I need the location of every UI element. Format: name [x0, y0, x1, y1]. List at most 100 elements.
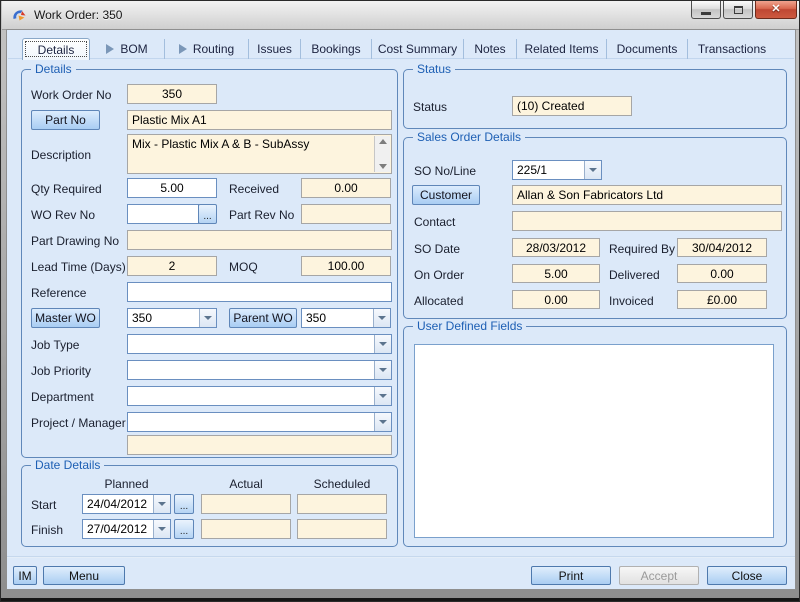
tab-cost-summary[interactable]: Cost Summary [371, 39, 463, 59]
wo-rev-no-browse-button[interactable]: ... [198, 204, 217, 224]
menu-button[interactable]: Menu [43, 566, 125, 585]
footer-divider [7, 556, 795, 558]
description-field[interactable]: Mix - Plastic Mix A & B - SubAssy [127, 134, 392, 174]
scroll-down-icon[interactable] [378, 164, 387, 169]
job-type-label: Job Type [31, 338, 80, 352]
tab-label: Routing [192, 42, 235, 56]
start-planned-value: 24/04/2012 [87, 497, 148, 511]
dropdown-button[interactable] [199, 309, 216, 327]
tab-bom[interactable]: BOM [90, 39, 164, 59]
tab-label: BOM [120, 42, 148, 56]
finish-browse-button[interactable]: ... [174, 519, 194, 539]
dropdown-button[interactable] [153, 520, 170, 538]
tab-transactions[interactable]: Transactions [687, 39, 776, 59]
reference-input[interactable] [127, 282, 392, 302]
tab-documents[interactable]: Documents [606, 39, 687, 59]
start-label: Start [31, 498, 57, 512]
minimize-button[interactable] [691, 1, 721, 19]
tab-bookings[interactable]: Bookings [300, 39, 371, 59]
dropdown-icon [158, 527, 166, 531]
job-priority-combobox[interactable] [127, 360, 392, 380]
maximize-button[interactable] [723, 1, 753, 19]
tab-label: Bookings [311, 42, 361, 56]
department-label: Department [31, 390, 94, 404]
so-date-field: 28/03/2012 [512, 238, 600, 257]
details-group-title: Details [31, 62, 76, 76]
dropdown-button[interactable] [374, 335, 391, 353]
start-browse-button[interactable]: ... [174, 494, 194, 514]
received-field: 0.00 [301, 178, 391, 198]
tab-notes[interactable]: Notes [463, 39, 516, 59]
tab-related-items[interactable]: Related Items [516, 39, 606, 59]
master-wo-button[interactable]: Master WO [31, 308, 100, 328]
project-manager-combobox[interactable] [127, 412, 392, 432]
reference-label: Reference [31, 286, 87, 300]
tab-arrow-icon [178, 44, 187, 54]
delivered-field: 0.00 [677, 264, 767, 283]
dropdown-button[interactable] [374, 361, 391, 379]
job-priority-label: Job Priority [31, 364, 92, 378]
tab-routing[interactable]: Routing [164, 39, 248, 59]
tab-label: Documents [616, 42, 678, 56]
start-scheduled-field [297, 494, 387, 514]
job-type-combobox[interactable] [127, 334, 392, 354]
qty-required-label: Qty Required [31, 182, 102, 196]
parent-wo-combobox[interactable]: 350 [301, 308, 391, 328]
job-priority-value [128, 361, 374, 379]
description-text: Mix - Plastic Mix A & B - SubAssy [132, 137, 310, 151]
tab-label: Issues [257, 42, 292, 56]
accept-button[interactable]: Accept [619, 566, 699, 585]
delivered-label: Delivered [609, 268, 660, 282]
print-button[interactable]: Print [531, 566, 611, 585]
tab-details[interactable]: Details [22, 38, 90, 60]
qty-required-input[interactable]: 5.00 [127, 178, 217, 198]
planned-column-header: Planned [104, 477, 149, 491]
scroll-up-icon[interactable] [378, 139, 387, 144]
dropdown-button[interactable] [374, 413, 391, 431]
description-scrollbar[interactable] [374, 136, 390, 172]
close-window-button[interactable]: ✕ [755, 1, 797, 19]
tab-label: Notes [474, 42, 506, 56]
user-defined-group-title: User Defined Fields [413, 319, 527, 333]
close-button[interactable]: Close [707, 566, 787, 585]
im-button[interactable]: IM [13, 566, 37, 585]
so-no-line-label: SO No/Line [414, 164, 477, 178]
allocated-field: 0.00 [512, 290, 600, 309]
tab-label: Transactions [697, 42, 767, 56]
customer-button[interactable]: Customer [412, 185, 480, 205]
dropdown-button[interactable] [374, 387, 391, 405]
description-label: Description [31, 148, 92, 162]
department-combobox[interactable] [127, 386, 392, 406]
finish-planned-value: 27/04/2012 [87, 522, 148, 536]
required-by-label: Required By [609, 242, 676, 256]
part-drawing-no-field [127, 230, 392, 250]
dropdown-button[interactable] [584, 161, 601, 179]
part-rev-no-field [301, 204, 391, 224]
status-label: Status [413, 100, 448, 114]
dropdown-icon [379, 368, 387, 372]
finish-planned-datepicker[interactable]: 27/04/2012 [82, 519, 171, 539]
window-frame-bottom [1, 598, 799, 601]
tab-issues[interactable]: Issues [248, 39, 300, 59]
maximize-icon [733, 5, 743, 14]
start-planned-datepicker[interactable]: 24/04/2012 [82, 494, 171, 514]
part-drawing-no-label: Part Drawing No [31, 234, 120, 248]
app-icon [11, 7, 27, 23]
parent-wo-button[interactable]: Parent WO [229, 308, 297, 328]
so-no-line-value: 225/1 [517, 163, 548, 177]
on-order-field: 5.00 [512, 264, 600, 283]
dropdown-icon [379, 420, 387, 424]
so-no-line-combobox[interactable]: 225/1 [512, 160, 602, 180]
lead-time-label: Lead Time (Days) [31, 260, 126, 274]
dropdown-icon [379, 342, 387, 346]
close-icon: ✕ [771, 3, 781, 15]
master-wo-combobox[interactable]: 350 [127, 308, 217, 328]
allocated-label: Allocated [414, 294, 464, 308]
wo-rev-no-input[interactable] [127, 204, 199, 224]
invoiced-label: Invoiced [609, 294, 654, 308]
moq-label: MOQ [229, 260, 258, 274]
dropdown-button[interactable] [373, 309, 390, 327]
part-no-button[interactable]: Part No [31, 110, 100, 130]
work-order-window: Work Order: 350 ✕ Details BOM Routing Is… [0, 0, 800, 602]
dropdown-button[interactable] [153, 495, 170, 513]
